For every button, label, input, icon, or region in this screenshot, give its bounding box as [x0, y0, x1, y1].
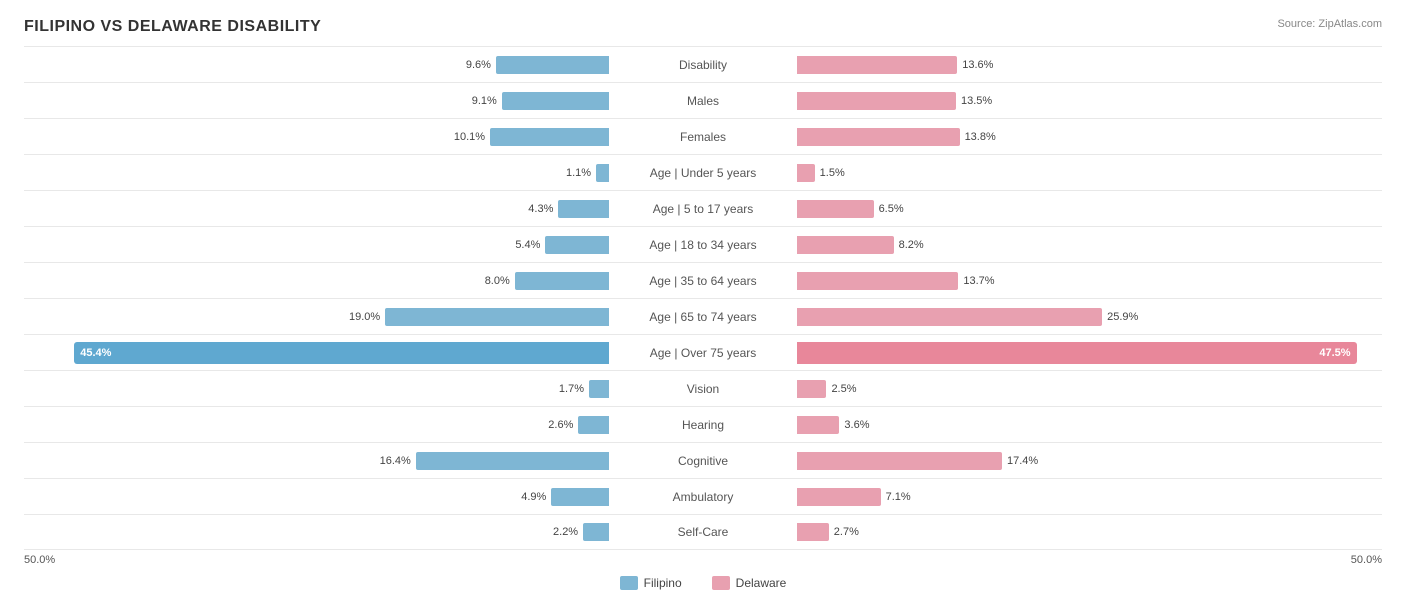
left-bar: [596, 164, 609, 182]
right-bar: [797, 56, 957, 74]
right-bar: [797, 488, 881, 506]
left-bar: [551, 488, 609, 506]
row-label: Age | 5 to 17 years: [613, 202, 793, 216]
right-value: 13.7%: [963, 275, 994, 287]
bar-row: 2.2% Self-Care 2.7%: [24, 514, 1382, 550]
legend-label-filipino: Filipino: [644, 576, 682, 590]
bar-row: 1.1% Age | Under 5 years 1.5%: [24, 154, 1382, 190]
row-label: Females: [613, 130, 793, 144]
left-bar: [583, 523, 609, 541]
left-value: 1.1%: [566, 167, 591, 179]
left-bar: [515, 272, 609, 290]
left-value: 4.9%: [521, 491, 546, 503]
left-value: 8.0%: [485, 275, 510, 287]
bar-row: 45.4% Age | Over 75 years 47.5%: [24, 334, 1382, 370]
right-bar: [797, 236, 894, 254]
left-bar: [589, 380, 609, 398]
right-bar: [797, 128, 960, 146]
row-label: Age | 35 to 64 years: [613, 274, 793, 288]
right-value: 2.5%: [831, 383, 856, 395]
left-bar: [490, 128, 609, 146]
row-label: Ambulatory: [613, 490, 793, 504]
right-value: 3.6%: [844, 419, 869, 431]
left-bar: [545, 236, 609, 254]
left-bar: [578, 416, 609, 434]
right-bar: [797, 164, 815, 182]
right-value: 25.9%: [1107, 311, 1138, 323]
left-bar: 45.4%: [74, 342, 609, 364]
bar-row: 8.0% Age | 35 to 64 years 13.7%: [24, 262, 1382, 298]
legend-label-delaware: Delaware: [736, 576, 787, 590]
right-bar: [797, 272, 958, 290]
left-value: 9.1%: [472, 95, 497, 107]
right-value: 13.8%: [965, 131, 996, 143]
left-bar: [502, 92, 609, 110]
left-bar: [416, 452, 609, 470]
row-label: Self-Care: [613, 525, 793, 539]
right-value: 17.4%: [1007, 455, 1038, 467]
bar-row: 19.0% Age | 65 to 74 years 25.9%: [24, 298, 1382, 334]
left-value: 2.2%: [553, 526, 578, 538]
bar-row: 4.9% Ambulatory 7.1%: [24, 478, 1382, 514]
right-value: 13.6%: [962, 59, 993, 71]
source-label: Source: ZipAtlas.com: [1277, 18, 1382, 30]
row-label: Hearing: [613, 418, 793, 432]
bar-row: 2.6% Hearing 3.6%: [24, 406, 1382, 442]
row-label: Age | Under 5 years: [613, 166, 793, 180]
left-bar: [558, 200, 609, 218]
row-label: Age | 65 to 74 years: [613, 310, 793, 324]
right-value: 1.5%: [820, 167, 845, 179]
right-value: 13.5%: [961, 95, 992, 107]
legend-swatch-pink: [712, 576, 730, 590]
left-value: 9.6%: [466, 59, 491, 71]
row-label: Age | Over 75 years: [613, 346, 793, 360]
chart-area: 9.6% Disability 13.6%: [24, 46, 1382, 550]
legend-swatch-blue: [620, 576, 638, 590]
bar-row: 9.1% Males 13.5%: [24, 82, 1382, 118]
legend-delaware: Delaware: [712, 576, 787, 590]
right-value: 7.1%: [886, 491, 911, 503]
right-bar: [797, 523, 829, 541]
bar-row: 10.1% Females 13.8%: [24, 118, 1382, 154]
bar-row: 9.6% Disability 13.6%: [24, 46, 1382, 82]
axis-right: 50.0%: [1351, 554, 1382, 566]
row-label: Cognitive: [613, 454, 793, 468]
left-value: 5.4%: [515, 239, 540, 251]
right-bar: [797, 92, 956, 110]
right-bar: [797, 200, 874, 218]
right-bar: [797, 452, 1002, 470]
row-label: Age | 18 to 34 years: [613, 238, 793, 252]
chart-container: FILIPINO VS DELAWARE DISABILITY Source: …: [0, 0, 1406, 608]
right-value: 2.7%: [834, 526, 859, 538]
left-value: 2.6%: [548, 419, 573, 431]
row-label: Disability: [613, 58, 793, 72]
bar-row: 1.7% Vision 2.5%: [24, 370, 1382, 406]
bar-row: 16.4% Cognitive 17.4%: [24, 442, 1382, 478]
axis-labels: 50.0% 50.0%: [24, 554, 1382, 566]
row-label: Males: [613, 94, 793, 108]
axis-left: 50.0%: [24, 554, 55, 566]
left-value-inbar: 45.4%: [74, 347, 117, 359]
row-label: Vision: [613, 382, 793, 396]
right-bar: [797, 308, 1102, 326]
legend-filipino: Filipino: [620, 576, 682, 590]
chart-title: FILIPINO VS DELAWARE DISABILITY: [24, 18, 1382, 36]
right-value: 6.5%: [879, 203, 904, 215]
right-bar: 47.5%: [797, 342, 1357, 364]
left-bar: [385, 308, 609, 326]
left-bar: [496, 56, 609, 74]
left-value: 1.7%: [559, 383, 584, 395]
right-bar: [797, 416, 839, 434]
right-value-inbar: 47.5%: [1313, 347, 1356, 359]
right-value: 8.2%: [899, 239, 924, 251]
right-bar: [797, 380, 826, 398]
left-value: 19.0%: [349, 311, 380, 323]
bar-row: 5.4% Age | 18 to 34 years 8.2%: [24, 226, 1382, 262]
left-value: 10.1%: [454, 131, 485, 143]
bar-row: 4.3% Age | 5 to 17 years 6.5%: [24, 190, 1382, 226]
legend: Filipino Delaware: [24, 576, 1382, 590]
left-value: 4.3%: [528, 203, 553, 215]
left-value: 16.4%: [380, 455, 411, 467]
